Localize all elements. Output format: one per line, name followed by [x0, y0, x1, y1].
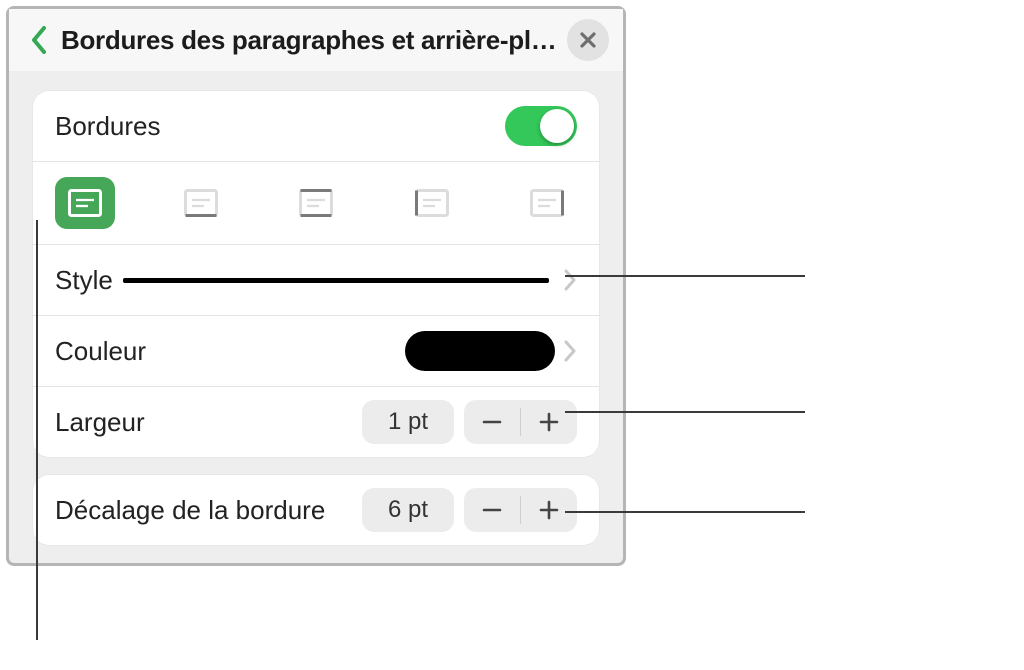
row-style[interactable]: Style [33, 245, 599, 316]
border-pos-left[interactable] [402, 177, 462, 229]
width-value: 1 pt [362, 400, 454, 444]
border-pos-bottom[interactable] [171, 177, 231, 229]
row-width: Largeur 1 pt [33, 387, 599, 457]
border-pos-right[interactable] [517, 177, 577, 229]
border-bottom-icon [184, 189, 218, 217]
border-left-icon [415, 189, 449, 217]
border-right-icon [530, 189, 564, 217]
plus-icon [538, 499, 560, 521]
close-icon [579, 31, 597, 49]
callout-line [36, 220, 38, 640]
width-increment-button[interactable] [521, 400, 577, 444]
back-button[interactable] [23, 23, 57, 57]
offset-stepper [464, 488, 577, 532]
label-style: Style [55, 265, 113, 296]
width-stepper [464, 400, 577, 444]
offset-decrement-button[interactable] [464, 488, 520, 532]
group-offset: Décalage de la bordure 6 pt [33, 475, 599, 545]
panel-borders-and-backgrounds: Bordures des paragraphes et arrière-plan… [6, 6, 626, 566]
label-color: Couleur [55, 336, 146, 367]
label-borders: Bordures [55, 111, 161, 142]
color-swatch [405, 331, 555, 371]
row-color[interactable]: Couleur [33, 316, 599, 387]
row-borders-toggle: Bordures [33, 91, 599, 162]
toggle-borders[interactable] [505, 106, 577, 146]
group-borders: Bordures [33, 91, 599, 457]
plus-icon [538, 411, 560, 433]
width-decrement-button[interactable] [464, 400, 520, 444]
chevron-right-icon [563, 269, 577, 291]
callout-line [565, 511, 805, 513]
chevron-left-icon [30, 26, 50, 54]
toggle-knob [540, 109, 574, 143]
label-width: Largeur [55, 407, 145, 438]
row-border-position [33, 162, 599, 245]
style-preview-line [123, 278, 549, 283]
close-button[interactable] [567, 19, 609, 61]
minus-icon [481, 411, 503, 433]
row-offset: Décalage de la bordure 6 pt [33, 475, 599, 545]
callout-line [565, 411, 805, 413]
chevron-right-icon [563, 340, 577, 362]
offset-increment-button[interactable] [521, 488, 577, 532]
callout-line [565, 275, 805, 277]
border-pos-top-bottom[interactable] [286, 177, 346, 229]
panel-title: Bordures des paragraphes et arrière-plan… [57, 25, 567, 56]
titlebar: Bordures des paragraphes et arrière-plan… [9, 9, 623, 71]
border-pos-box[interactable] [55, 177, 115, 229]
minus-icon [481, 499, 503, 521]
border-top-bottom-icon [299, 189, 333, 217]
border-box-icon [68, 189, 102, 217]
offset-value: 6 pt [362, 488, 454, 532]
label-offset: Décalage de la bordure [55, 495, 325, 526]
